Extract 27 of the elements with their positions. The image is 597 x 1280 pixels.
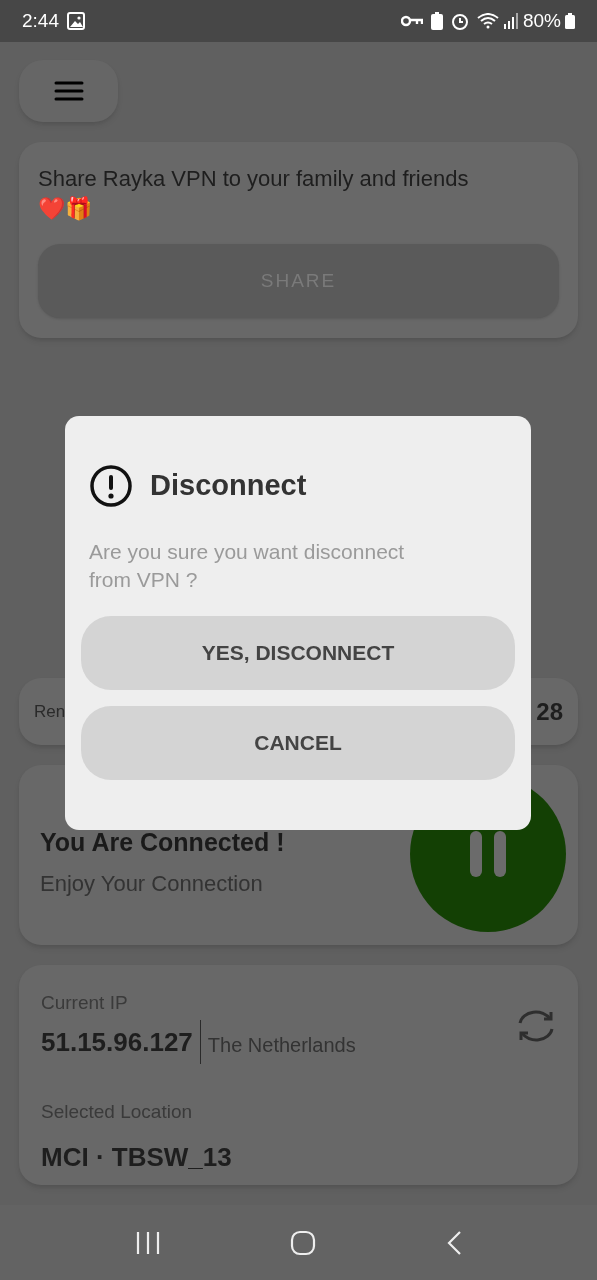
image-icon [67, 12, 85, 30]
status-time: 2:44 [22, 8, 59, 33]
key-icon [400, 15, 423, 27]
home-icon[interactable] [290, 1229, 317, 1256]
pause-icon [468, 831, 508, 877]
battery-saver-icon [430, 12, 443, 30]
recent-apps-icon[interactable] [134, 1230, 161, 1255]
menu-button[interactable] [19, 60, 118, 122]
battery-icon [565, 13, 575, 29]
connection-title: You Are Connected ! [40, 827, 286, 857]
location-value: MCI · TBSW_13 [41, 1141, 233, 1174]
share-message: Share Rayka VPN to your family and friends ❤🎁 [38, 165, 470, 223]
remaining-label: Ren [34, 700, 66, 723]
remaining-value: 28 [536, 696, 563, 727]
menu-icon [53, 80, 84, 102]
ip-address: 51.15.96.127 [41, 1019, 201, 1064]
dialog-title: Disconnect [150, 468, 307, 504]
refresh-icon[interactable] [516, 1009, 556, 1043]
alarm-icon [450, 12, 469, 30]
dialog-message: Are you sure you want disconnect from VPN ? [88, 539, 406, 593]
signal-icon [502, 13, 519, 29]
wifi-icon [476, 13, 499, 29]
cancel-button[interactable]: CANCEL [81, 706, 515, 780]
back-icon[interactable] [446, 1229, 463, 1256]
battery-percent: 80% [522, 8, 561, 33]
confirm-button[interactable]: YES, DISCONNECT [81, 616, 515, 690]
alert-icon [89, 464, 133, 508]
